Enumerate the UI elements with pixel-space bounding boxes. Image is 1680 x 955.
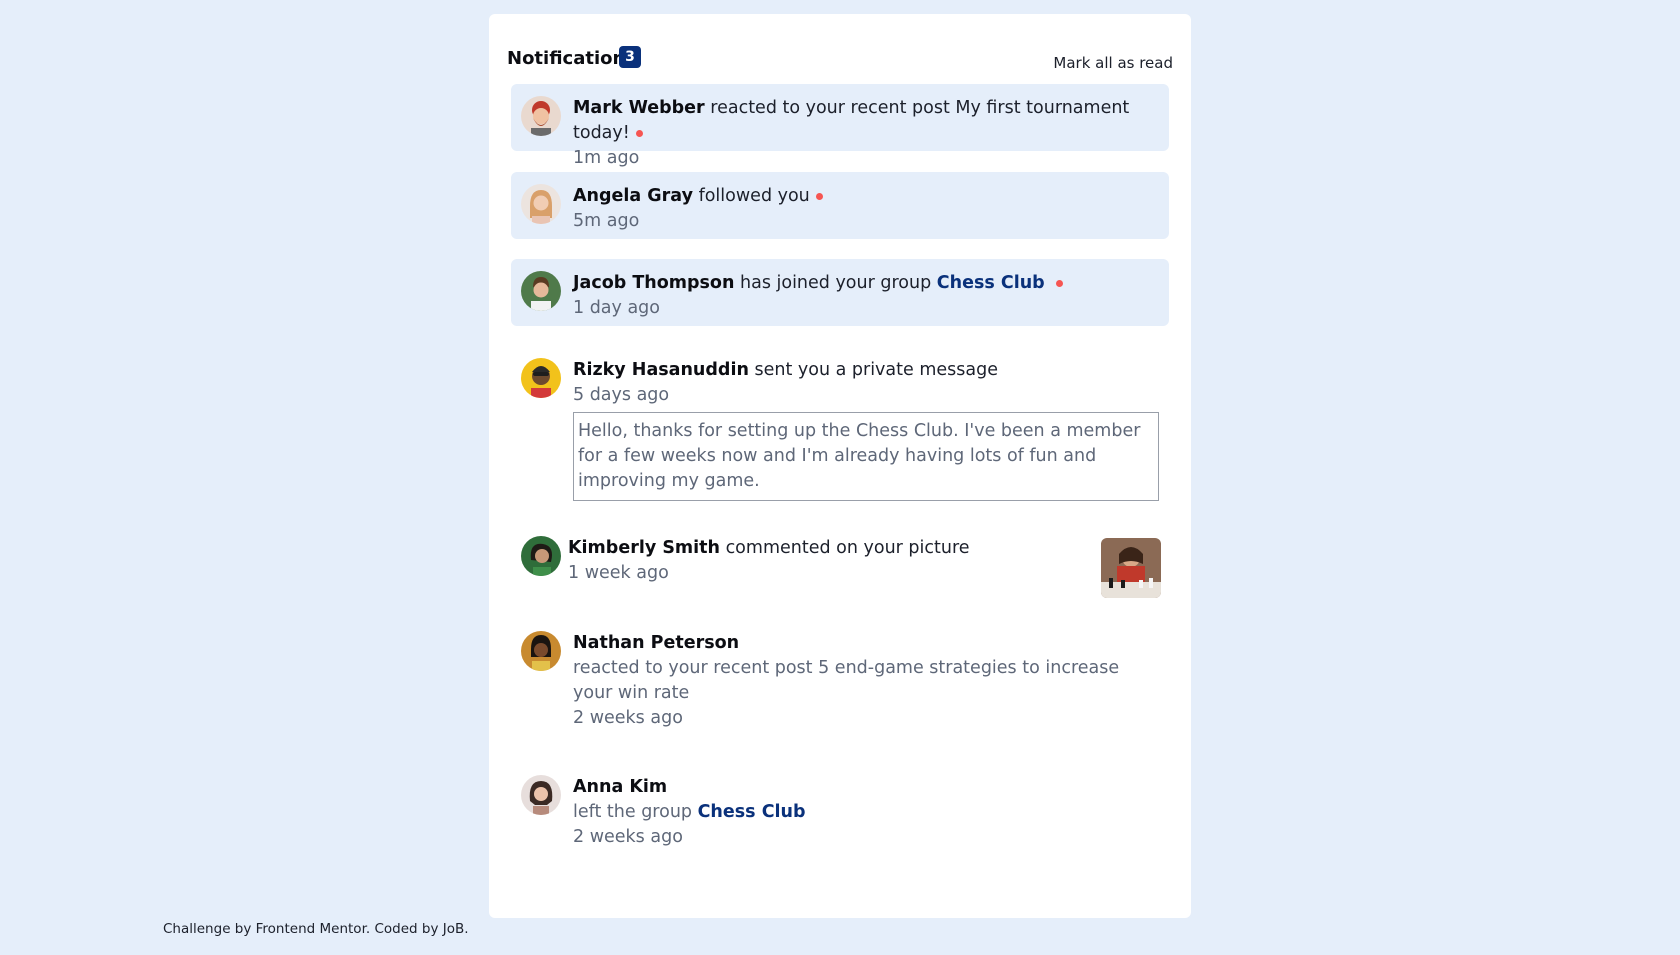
group-link[interactable]: Chess Club [937, 273, 1045, 293]
avatar-icon [521, 271, 561, 311]
private-message[interactable]: Hello, thanks for setting up the Chess C… [573, 412, 1159, 501]
unread-dot [815, 192, 823, 200]
avatar-kimberly-smith[interactable] [521, 536, 561, 576]
avatar-jacob-thompson[interactable] [521, 271, 561, 311]
notification-content: Nathan Peterson reacted to your recent p… [573, 631, 1157, 731]
avatar-icon [521, 358, 561, 398]
user-name[interactable]: Jacob Thompson [573, 273, 734, 293]
unread-dot [1056, 279, 1064, 287]
avatar-icon [521, 775, 561, 815]
notification-item[interactable]: Mark Webber reacted to your recent post … [511, 84, 1169, 168]
unread-dot [635, 129, 643, 137]
avatar-icon [521, 184, 561, 224]
user-name[interactable]: Rizky Hasanuddin [573, 360, 749, 380]
avatar-anna-kim[interactable] [521, 775, 561, 815]
notification-action: reacted to your recent post [710, 98, 950, 118]
chess-picture-icon [1101, 538, 1161, 598]
avatar-icon [521, 536, 561, 576]
timestamp: 1m ago [573, 148, 640, 168]
notification-item[interactable]: Rizky Hasanuddin sent you a private mess… [511, 346, 1169, 506]
notification-action: sent you a private message [754, 360, 998, 380]
group-link[interactable]: Chess Club [698, 802, 806, 822]
avatar-nathan-peterson[interactable] [521, 631, 561, 671]
notification-item[interactable]: Angela Gray followed you 5m ago [511, 172, 1169, 239]
notification-content: Anna Kim left the group Chess Club 2 wee… [573, 775, 1157, 850]
notification-content: Rizky Hasanuddin sent you a private mess… [573, 358, 1159, 501]
avatar-rizky-hasanuddin[interactable] [521, 358, 561, 398]
notification-item[interactable]: Anna Kim left the group Chess Club 2 wee… [511, 763, 1169, 873]
notification-action: commented on your picture [725, 538, 970, 558]
user-name[interactable]: Anna Kim [573, 775, 1157, 800]
user-name[interactable]: Nathan Peterson [573, 631, 1157, 656]
notifications-header: Notifications 3 Mark all as read [507, 32, 1173, 72]
timestamp: 5m ago [573, 211, 640, 231]
avatar-angela-gray[interactable] [521, 184, 561, 224]
timestamp: 2 weeks ago [573, 708, 683, 728]
notification-content: Angela Gray followed you 5m ago [573, 184, 1157, 234]
footer-attribution: Challenge by Frontend Mentor. Coded by J… [163, 921, 469, 937]
user-name[interactable]: Mark Webber [573, 98, 705, 118]
notification-action: followed you [698, 186, 810, 206]
notification-action: has joined your group [740, 273, 932, 293]
notifications-card: Notifications 3 Mark all as read Mark We… [489, 14, 1191, 918]
notification-content: Jacob Thompson has joined your group Che… [573, 271, 1157, 321]
avatar-icon [521, 96, 561, 136]
mark-all-as-read-button[interactable]: Mark all as read [1053, 54, 1173, 72]
user-name[interactable]: Angela Gray [573, 186, 693, 206]
unread-count-badge: 3 [619, 46, 641, 68]
avatar-mark-webber[interactable] [521, 96, 561, 136]
notification-item[interactable]: Nathan Peterson reacted to your recent p… [511, 619, 1169, 749]
page-title: Notifications [507, 48, 637, 69]
notification-content: Kimberly Smith commented on your picture… [568, 536, 1079, 586]
notification-action: left the group [573, 802, 693, 822]
notification-content: Mark Webber reacted to your recent post … [573, 96, 1157, 171]
timestamp: 1 day ago [573, 298, 660, 318]
notification-item[interactable]: Jacob Thompson has joined your group Che… [511, 259, 1169, 326]
chess-picture-thumbnail[interactable] [1101, 538, 1161, 598]
notification-action: reacted to your recent post 5 end-game s… [573, 658, 1120, 703]
timestamp: 2 weeks ago [573, 827, 683, 847]
timestamp: 1 week ago [568, 563, 669, 583]
notification-item[interactable]: Kimberly Smith commented on your picture… [511, 524, 1169, 609]
avatar-icon [521, 631, 561, 671]
user-name[interactable]: Kimberly Smith [568, 538, 720, 558]
timestamp: 5 days ago [573, 385, 670, 405]
